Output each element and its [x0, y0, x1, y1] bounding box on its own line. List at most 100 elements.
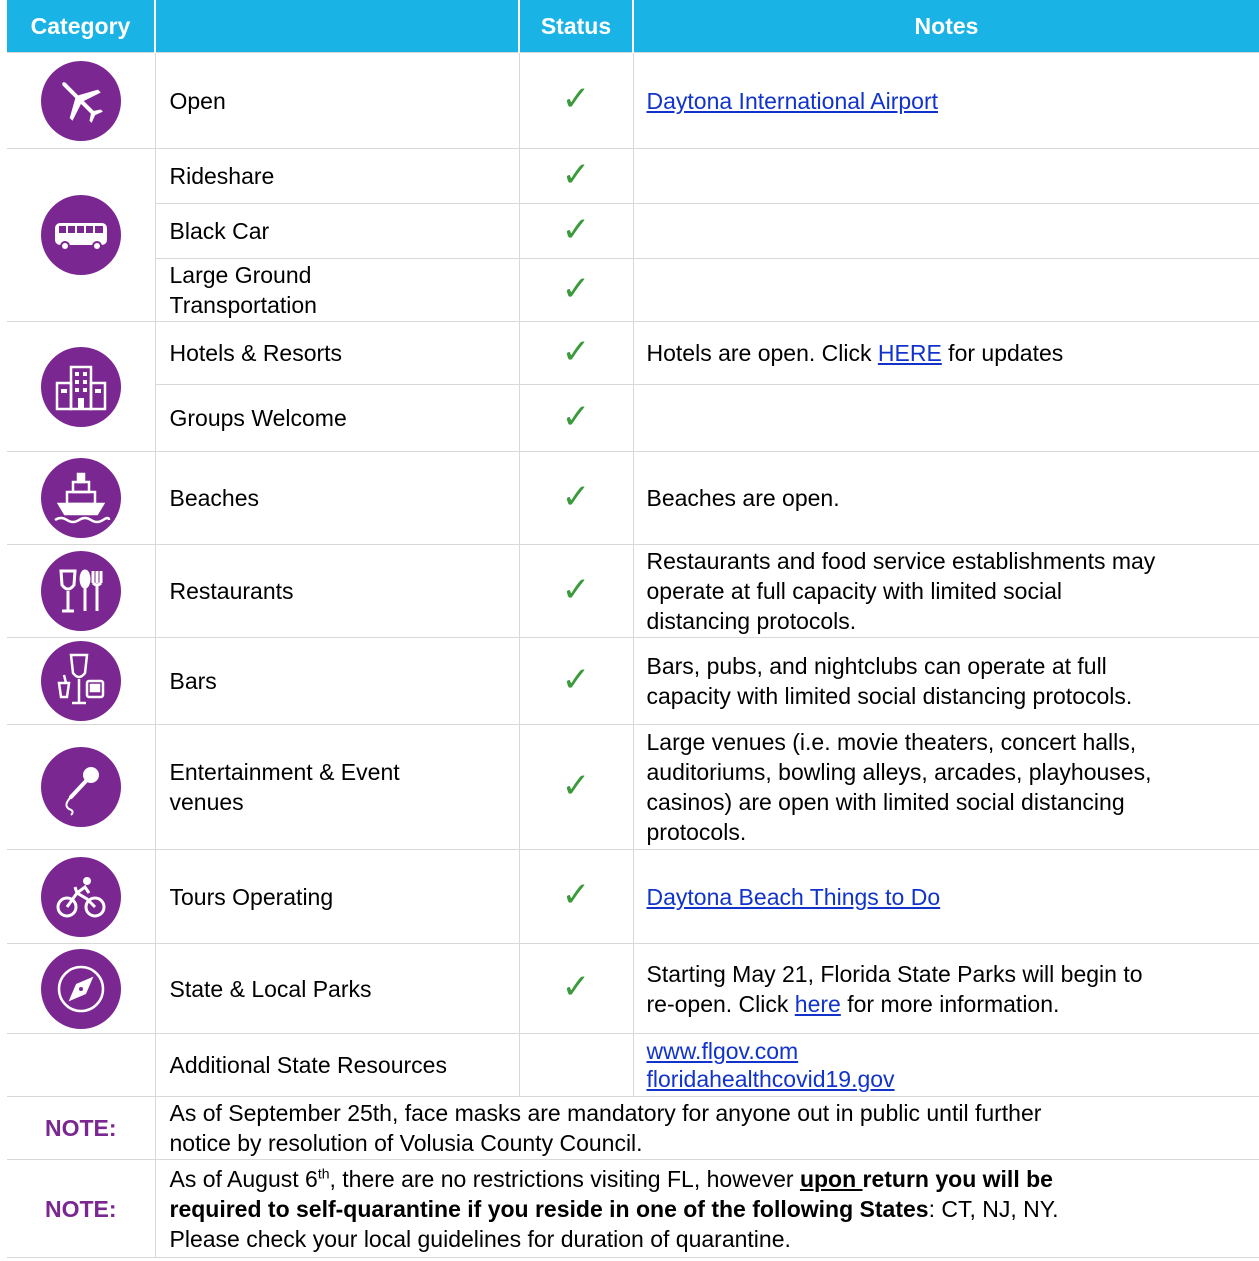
parks-here-link[interactable]: here	[795, 991, 841, 1017]
check-icon: ✓	[561, 209, 591, 250]
notes-cell: Bars, pubs, and nightclubs can operate a…	[632, 637, 1259, 725]
category-label: Black Car	[154, 203, 520, 259]
check-icon: ✓	[561, 268, 591, 309]
note-text: As of August 6th, there are no restricti…	[154, 1159, 1259, 1258]
table-row: Hotels & Resorts ✓ Hotels are open. Clic…	[7, 321, 1259, 452]
hotels-here-link[interactable]: HERE	[878, 340, 942, 366]
category-icon-cell	[7, 148, 156, 322]
check-icon: ✓	[561, 154, 591, 195]
category-label: Bars	[154, 637, 520, 725]
notes-cell: Daytona International Airport	[632, 52, 1259, 149]
drinks-icon	[40, 641, 121, 721]
category-label: Rideshare	[154, 148, 520, 204]
microphone-icon	[40, 747, 121, 827]
notes-cell	[632, 148, 1259, 204]
header-empty	[155, 0, 520, 53]
check-icon: ✓	[561, 476, 591, 517]
table-row: Tours Operating ✓ Daytona Beach Things t…	[7, 849, 1259, 944]
table-row: Additional State Resources www.flgov.com…	[7, 1033, 1259, 1097]
things-to-do-link[interactable]: Daytona Beach Things to Do	[647, 884, 941, 910]
table-row: Beaches ✓ Beaches are open.	[7, 451, 1259, 545]
table-row: Bars ✓ Bars, pubs, and nightclubs can op…	[7, 637, 1259, 725]
airport-link[interactable]: Daytona International Airport	[647, 88, 939, 114]
status-cell: ✓	[518, 637, 634, 725]
category-label: Open	[154, 52, 520, 149]
category-icon-cell	[7, 943, 156, 1034]
status-cell: ✓	[518, 203, 634, 259]
notes-cell: Daytona Beach Things to Do	[632, 849, 1259, 944]
travel-status-table: Category Status Notes Open ✓ Daytona Int…	[7, 0, 1259, 1258]
table-row: Rideshare ✓	[7, 148, 1259, 322]
bicycle-icon	[40, 856, 121, 937]
table-row: NOTE: As of September 25th, face masks a…	[7, 1096, 1259, 1160]
header-row: Category Status Notes	[7, 0, 1259, 53]
category-icon-cell	[7, 451, 156, 545]
notes-cell	[632, 258, 1259, 322]
notes-cell: www.flgov.com floridahealthcovid19.gov	[632, 1033, 1259, 1097]
status-cell: ✓	[518, 724, 634, 850]
dining-icon	[40, 551, 121, 631]
table-row: NOTE: As of August 6th, there are no res…	[7, 1159, 1259, 1258]
category-icon-cell	[7, 321, 156, 452]
table-row: Restaurants ✓ Restaurants and food servi…	[7, 544, 1259, 638]
flgov-link[interactable]: www.flgov.com	[647, 1038, 799, 1064]
compass-icon	[40, 948, 121, 1029]
airplane-icon	[40, 60, 121, 141]
header-status: Status	[519, 0, 634, 53]
category-icon-cell	[7, 1033, 156, 1097]
notes-cell: Hotels are open. Click HERE for updates	[632, 321, 1259, 385]
status-cell	[518, 1033, 634, 1097]
check-icon: ✓	[561, 659, 591, 700]
category-icon-cell	[7, 849, 156, 944]
table-row: Black Car ✓	[7, 203, 1259, 259]
category-label: Large Ground Transportation	[154, 258, 520, 322]
category-label: Hotels & Resorts	[154, 321, 520, 385]
notes-cell: Starting May 21, Florida State Parks wil…	[632, 943, 1259, 1034]
status-cell: ✓	[518, 943, 634, 1034]
status-cell: ✓	[518, 321, 634, 385]
ship-icon	[40, 458, 121, 538]
notes-cell: Large venues (i.e. movie theaters, conce…	[632, 724, 1259, 850]
category-label: Additional State Resources	[154, 1033, 520, 1097]
table-row: State & Local Parks ✓ Starting May 21, F…	[7, 943, 1259, 1034]
note-label: NOTE:	[7, 1096, 156, 1160]
table-row: Groups Welcome ✓	[7, 384, 1259, 452]
check-icon: ✓	[561, 765, 591, 806]
notes-cell: Beaches are open.	[632, 451, 1259, 545]
status-cell: ✓	[518, 849, 634, 944]
status-cell: ✓	[518, 258, 634, 322]
bus-icon	[40, 195, 121, 275]
check-icon: ✓	[561, 875, 591, 915]
category-icon-cell	[7, 544, 156, 638]
status-cell: ✓	[518, 148, 634, 204]
category-label: Restaurants	[154, 544, 520, 638]
table-row: Open ✓ Daytona International Airport	[7, 52, 1259, 149]
status-cell: ✓	[518, 384, 634, 452]
check-icon: ✓	[561, 967, 591, 1007]
category-icon-cell	[7, 637, 156, 725]
header-notes: Notes	[633, 0, 1259, 53]
status-cell: ✓	[518, 544, 634, 638]
status-cell: ✓	[518, 451, 634, 545]
notes-cell	[632, 203, 1259, 259]
category-icon-cell	[7, 52, 156, 149]
check-icon: ✓	[561, 331, 591, 372]
check-icon: ✓	[561, 569, 591, 610]
table-row: Entertainment & Event venues ✓ Large venu…	[7, 724, 1259, 850]
category-label: Entertainment & Event venues	[154, 724, 520, 850]
notes-cell: Restaurants and food service establishme…	[632, 544, 1259, 638]
category-icon-cell	[7, 724, 156, 850]
header-category: Category	[7, 0, 156, 53]
category-label: Groups Welcome	[154, 384, 520, 452]
check-icon: ✓	[561, 396, 591, 437]
check-icon: ✓	[561, 79, 591, 119]
table-row: Large Ground Transportation ✓	[7, 258, 1259, 322]
note-text: As of September 25th, face masks are man…	[154, 1096, 1259, 1160]
category-label: Beaches	[154, 451, 520, 545]
floridahealth-link[interactable]: floridahealthcovid19.gov	[647, 1066, 895, 1092]
notes-cell	[632, 384, 1259, 452]
category-label: Tours Operating	[154, 849, 520, 944]
category-label: State & Local Parks	[154, 943, 520, 1034]
status-cell: ✓	[518, 52, 634, 149]
hotel-icon	[40, 346, 121, 427]
